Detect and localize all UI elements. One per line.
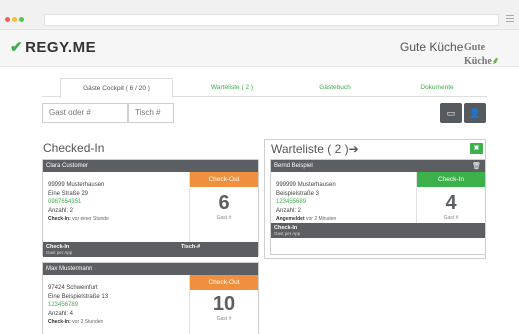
guest-info: 999999 Musterhausen Beispielstraße 3 123… [276, 181, 336, 224]
browser-chrome [0, 0, 519, 30]
card-side-panel: Check-Out 10 Gast # [189, 275, 258, 334]
guest-address-city: 97424 Schweinfurt [48, 285, 98, 291]
table-label: Gast # [216, 215, 232, 221]
checkin-button[interactable]: Check-In [417, 172, 485, 187]
tab-guestbook[interactable]: Gästebuch [300, 78, 370, 97]
card-guest-name: Max Mustermann [43, 263, 258, 275]
id-card-icon: ▭ [446, 108, 456, 118]
meta-label: Check-In: [48, 319, 71, 325]
table-label: Gast # [216, 316, 232, 322]
guest-address-city: 999999 Musterhausen [276, 182, 336, 188]
tab-documents[interactable]: Dokumente [402, 78, 472, 97]
checkout-button[interactable]: Check-Out [190, 172, 258, 187]
guest-phone[interactable]: 123456789 [48, 301, 108, 310]
guest-address-street: Eine Beispielstraße 13 [48, 293, 109, 300]
add-user-button[interactable]: 👤 [464, 103, 486, 123]
waitlist-title[interactable]: Warteliste ( 2 )➔ [271, 142, 359, 156]
close-window-icon[interactable] [5, 17, 10, 22]
id-card-button[interactable]: ▭ [440, 103, 462, 123]
waitlist-guest-name: Bernd Beispiel [274, 163, 313, 169]
guest-count: Anzahl: 2 [276, 207, 302, 214]
waitlist-panel: Warteliste ( 2 )➔ ▣ Bernd Beispiel 🗑 999… [264, 139, 486, 259]
meta-label: Check-In: [48, 216, 71, 222]
maximize-window-icon[interactable] [19, 17, 24, 22]
guest-address-street: Eine Straße 29 [48, 190, 89, 197]
waitlist-card: Bernd Beispiel 🗑 999999 Musterhausen Bei… [270, 159, 486, 255]
regy-logo[interactable]: ✔ REGY.ME [10, 38, 96, 56]
checkmark-icon: ✔ [10, 39, 24, 56]
card-body: 99999 Musterhausen Eine Straße 29 098765… [43, 172, 258, 242]
tab-guest-cockpit[interactable]: Gäste Cockpit ( 6 / 20 ) [60, 78, 173, 98]
footer-subtitle: Gast per App [274, 231, 301, 236]
guest-phone[interactable]: 123455689 [276, 198, 336, 207]
meta-value: vor 2 Stunden [72, 319, 104, 325]
guest-checkin-time: Check-In: vor einer Stunde [48, 215, 109, 224]
client-name: Gute Küche [400, 40, 464, 54]
tab-waitlist[interactable]: Warteliste ( 2 ) [192, 78, 272, 97]
table-search-input[interactable]: Tisch # [128, 103, 174, 123]
checked-in-card: Clara Customer 99999 Musterhausen Eine S… [42, 159, 259, 257]
tab-bar: Gäste Cockpit ( 6 / 20 ) Warteliste ( 2 … [42, 78, 487, 98]
leaf-icon: ⸙ [491, 56, 500, 67]
hamburger-menu-icon[interactable] [506, 15, 514, 22]
guest-phone[interactable]: 0987654351 [48, 198, 109, 207]
guest-info: 97424 Schweinfurt Eine Beispielstraße 13… [48, 284, 108, 327]
checked-in-card: Max Mustermann 97424 Schweinfurt Eine Be… [42, 262, 259, 334]
meta-value: vor einer Stunde [72, 216, 109, 222]
address-bar[interactable] [44, 14, 499, 26]
app-header: ✔ REGY.ME Gute Küche Gute Küche⸙ [0, 30, 519, 67]
footer-table-label: Tisch-# [181, 244, 201, 250]
logo-text: REGY.ME [25, 39, 97, 56]
card-guest-name: Clara Customer [43, 160, 258, 172]
guest-info: 99999 Musterhausen Eine Straße 29 098765… [48, 181, 109, 224]
card-footer: Check-In Gast per App [271, 223, 485, 238]
card-footer: Check-In Gast per App Tisch-# [43, 242, 258, 257]
client-logo-text: Gute Küche [464, 42, 492, 67]
guest-address-street: Beispielstraße 3 [276, 190, 320, 197]
table-number: 6 [218, 192, 230, 214]
footer-subtitle: Gast per App [46, 250, 73, 255]
table-number: 4 [445, 192, 457, 214]
minimize-window-icon[interactable] [12, 17, 17, 22]
guest-checkin-time: Check-In: vor 2 Stunden [48, 318, 108, 327]
add-user-icon: 👤 [469, 108, 481, 118]
meta-value: vor 2 Minuten [306, 216, 337, 222]
card-side-panel: Check-Out 6 Gast # [189, 172, 258, 242]
checkout-button[interactable]: Check-Out [190, 275, 258, 290]
card-body: 97424 Schweinfurt Eine Beispielstraße 13… [43, 275, 258, 334]
guest-address-city: 99999 Musterhausen [48, 182, 105, 188]
table-label: Gast # [443, 215, 459, 221]
table-number: 10 [212, 293, 236, 315]
meta-label: Angemeldet [276, 216, 305, 222]
guest-count: Anzahl: 4 [48, 310, 74, 317]
client-logo: Gute Küche⸙ [464, 42, 519, 67]
checked-in-title: Checked-In [43, 141, 105, 155]
id-card-icon: ▣ [473, 145, 480, 151]
guest-search-input[interactable]: Gast oder # [42, 103, 128, 123]
waitlist-add-button[interactable]: ▣ [470, 143, 483, 154]
card-guest-name: Bernd Beispiel 🗑 [271, 160, 485, 172]
guest-count: Anzahl: 2 [48, 207, 74, 214]
